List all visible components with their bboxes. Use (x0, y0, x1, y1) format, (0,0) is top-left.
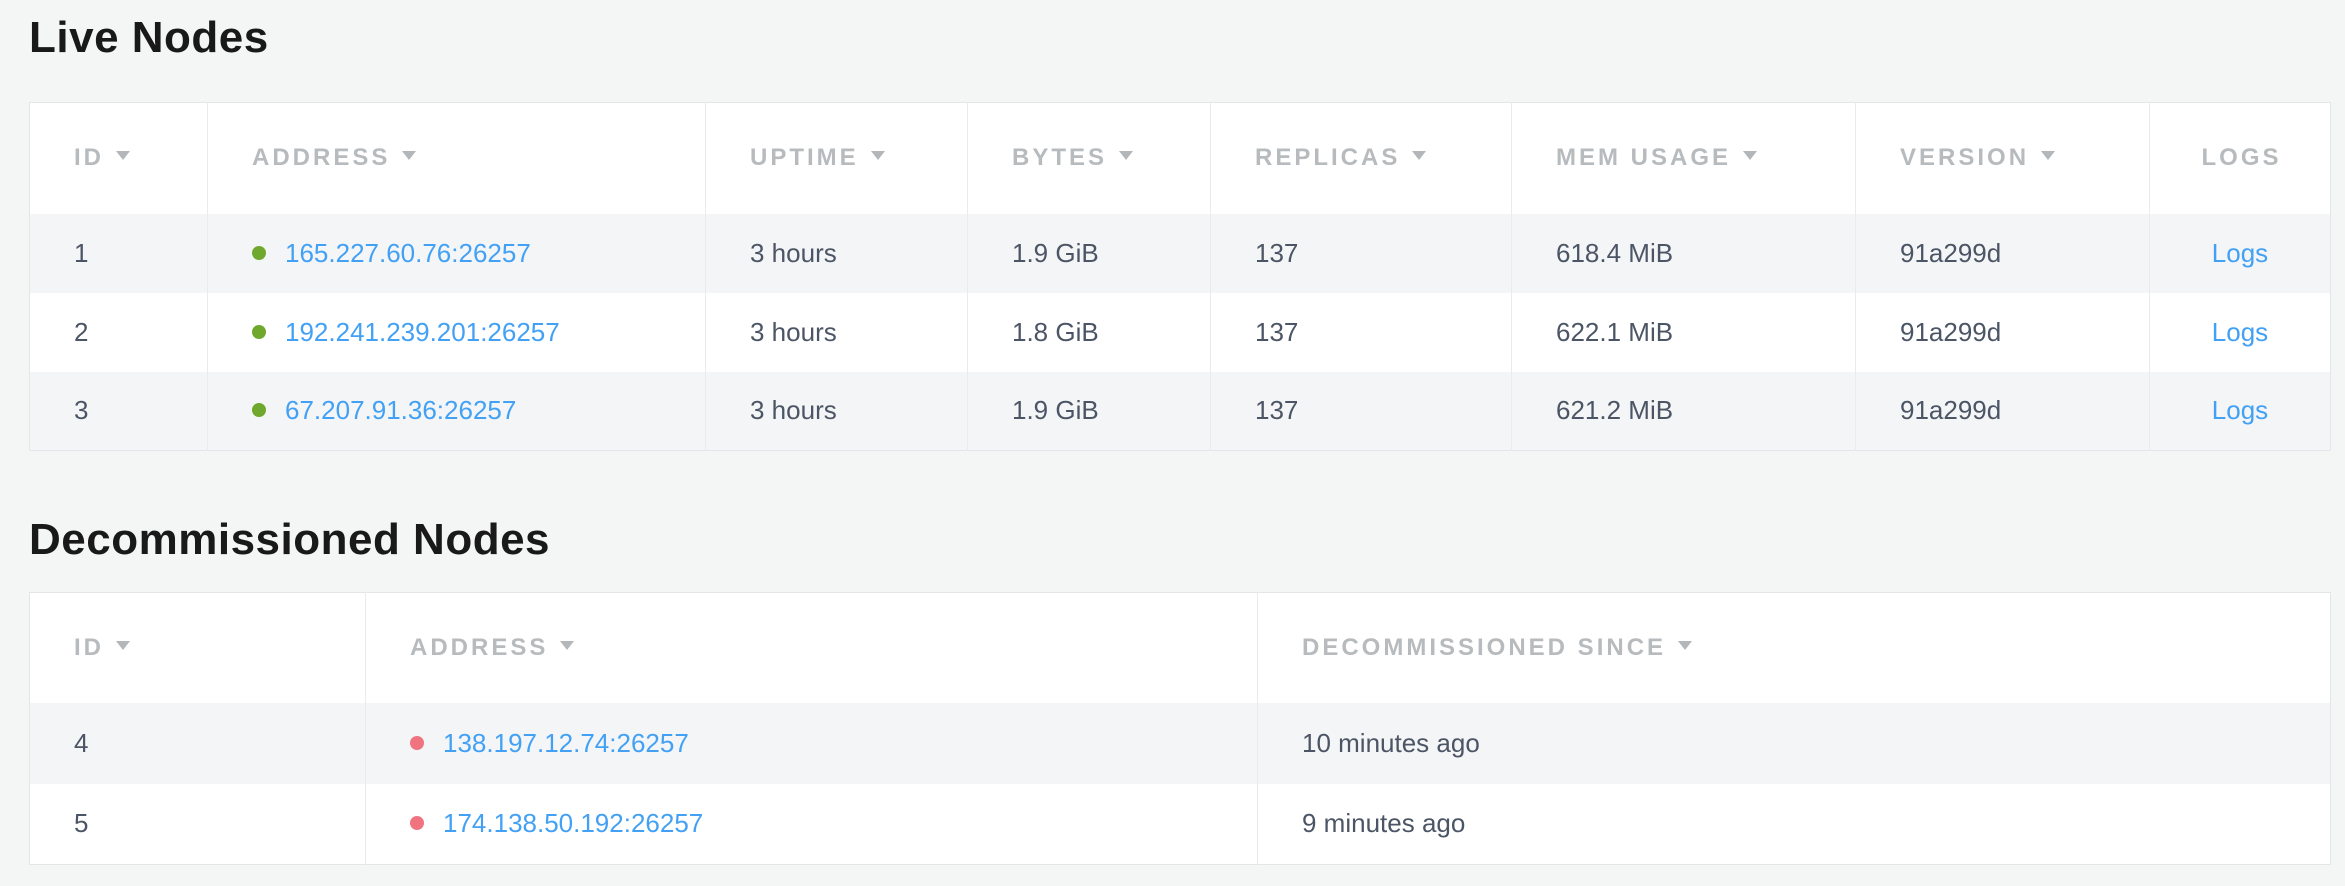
node-decommissioned-status-icon (410, 736, 424, 750)
sort-arrow-icon (1119, 151, 1133, 160)
column-label: ADDRESS (252, 144, 390, 171)
node-decommissioned-since-cell: 9 minutes ago (1258, 784, 2331, 865)
node-mem-usage-cell: 618.4 MiB (1512, 214, 1856, 293)
sort-arrow-icon (116, 151, 130, 160)
column-label: UPTIME (750, 144, 859, 171)
node-logs-cell: Logs (2150, 372, 2331, 451)
node-id-cell: 4 (30, 703, 366, 784)
node-address-link[interactable]: 165.227.60.76:26257 (285, 238, 531, 268)
sort-arrow-icon (1412, 151, 1426, 160)
node-address-link[interactable]: 192.241.239.201:26257 (285, 317, 560, 347)
node-address-cell: 192.241.239.201:26257 (208, 293, 706, 372)
node-logs-cell: Logs (2150, 214, 2331, 293)
live-col-header-replicas[interactable]: REPLICAS (1211, 103, 1512, 214)
node-live-status-icon (252, 403, 266, 417)
sort-arrow-icon (402, 151, 416, 160)
node-address-link[interactable]: 174.138.50.192:26257 (443, 808, 703, 838)
cluster-nodes-page: Live Nodes ID ADDRESS UPTIME BYTES REPLI… (0, 0, 2345, 865)
node-bytes-cell: 1.8 GiB (968, 293, 1211, 372)
live-nodes-header-row: ID ADDRESS UPTIME BYTES REPLICAS MEM USA… (30, 103, 2331, 214)
live-node-row: 1 165.227.60.76:26257 3 hours 1.9 GiB 13… (30, 214, 2331, 293)
node-decommissioned-status-icon (410, 816, 424, 830)
node-live-status-icon (252, 246, 266, 260)
node-version-cell: 91a299d (1856, 293, 2150, 372)
node-logs-link[interactable]: Logs (2212, 238, 2268, 268)
column-label: MEM USAGE (1556, 144, 1731, 171)
column-label: LOGS (2201, 144, 2281, 171)
node-address-link[interactable]: 67.207.91.36:26257 (285, 395, 516, 425)
column-label: DECOMMISSIONED SINCE (1302, 634, 1666, 661)
node-version-cell: 91a299d (1856, 214, 2150, 293)
node-version-cell: 91a299d (1856, 372, 2150, 451)
node-mem-usage-cell: 622.1 MiB (1512, 293, 1856, 372)
live-nodes-table: ID ADDRESS UPTIME BYTES REPLICAS MEM USA… (29, 102, 2331, 451)
node-id-cell: 2 (30, 293, 208, 372)
decommissioned-node-row: 4 138.197.12.74:26257 10 minutes ago (30, 703, 2331, 784)
decommissioned-nodes-section: Decommissioned Nodes ID ADDRESS DECOMMIS… (29, 512, 2331, 865)
live-col-header-address[interactable]: ADDRESS (208, 103, 706, 214)
node-uptime-cell: 3 hours (706, 214, 968, 293)
column-label: ADDRESS (410, 634, 548, 661)
live-nodes-title: Live Nodes (29, 10, 2331, 66)
node-mem-usage-cell: 621.2 MiB (1512, 372, 1856, 451)
live-col-header-version[interactable]: VERSION (1856, 103, 2150, 214)
sort-arrow-icon (2041, 151, 2055, 160)
column-label: VERSION (1900, 144, 2029, 171)
column-label: BYTES (1012, 144, 1107, 171)
sort-arrow-icon (1678, 641, 1692, 650)
node-address-cell: 138.197.12.74:26257 (366, 703, 1258, 784)
node-address-cell: 67.207.91.36:26257 (208, 372, 706, 451)
node-replicas-cell: 137 (1211, 293, 1512, 372)
decomm-col-header-decommissioned-since[interactable]: DECOMMISSIONED SINCE (1258, 593, 2331, 703)
node-address-cell: 174.138.50.192:26257 (366, 784, 1258, 865)
node-address-cell: 165.227.60.76:26257 (208, 214, 706, 293)
node-logs-link[interactable]: Logs (2212, 317, 2268, 347)
decommissioned-node-row: 5 174.138.50.192:26257 9 minutes ago (30, 784, 2331, 865)
sort-arrow-icon (560, 641, 574, 650)
node-uptime-cell: 3 hours (706, 293, 968, 372)
sort-arrow-icon (1743, 151, 1757, 160)
live-col-header-mem-usage[interactable]: MEM USAGE (1512, 103, 1856, 214)
column-label: ID (74, 634, 104, 661)
live-node-row: 2 192.241.239.201:26257 3 hours 1.8 GiB … (30, 293, 2331, 372)
sort-arrow-icon (116, 641, 130, 650)
node-uptime-cell: 3 hours (706, 372, 968, 451)
node-replicas-cell: 137 (1211, 372, 1512, 451)
node-id-cell: 1 (30, 214, 208, 293)
live-col-header-id[interactable]: ID (30, 103, 208, 214)
node-id-cell: 5 (30, 784, 366, 865)
node-decommissioned-since-cell: 10 minutes ago (1258, 703, 2331, 784)
node-replicas-cell: 137 (1211, 214, 1512, 293)
live-col-header-logs: LOGS (2150, 103, 2331, 214)
decomm-col-header-id[interactable]: ID (30, 593, 366, 703)
column-label: ID (74, 144, 104, 171)
live-nodes-section: Live Nodes ID ADDRESS UPTIME BYTES REPLI… (29, 10, 2331, 451)
sort-arrow-icon (871, 151, 885, 160)
node-logs-link[interactable]: Logs (2212, 395, 2268, 425)
node-live-status-icon (252, 325, 266, 339)
live-col-header-bytes[interactable]: BYTES (968, 103, 1211, 214)
node-address-link[interactable]: 138.197.12.74:26257 (443, 728, 689, 758)
node-bytes-cell: 1.9 GiB (968, 214, 1211, 293)
node-bytes-cell: 1.9 GiB (968, 372, 1211, 451)
live-node-row: 3 67.207.91.36:26257 3 hours 1.9 GiB 137… (30, 372, 2331, 451)
decommissioned-nodes-table: ID ADDRESS DECOMMISSIONED SINCE 4 138.19… (29, 592, 2331, 865)
decommissioned-nodes-title: Decommissioned Nodes (29, 512, 2331, 568)
decommissioned-nodes-header-row: ID ADDRESS DECOMMISSIONED SINCE (30, 593, 2331, 703)
node-id-cell: 3 (30, 372, 208, 451)
column-label: REPLICAS (1255, 144, 1400, 171)
node-logs-cell: Logs (2150, 293, 2331, 372)
decomm-col-header-address[interactable]: ADDRESS (366, 593, 1258, 703)
live-col-header-uptime[interactable]: UPTIME (706, 103, 968, 214)
